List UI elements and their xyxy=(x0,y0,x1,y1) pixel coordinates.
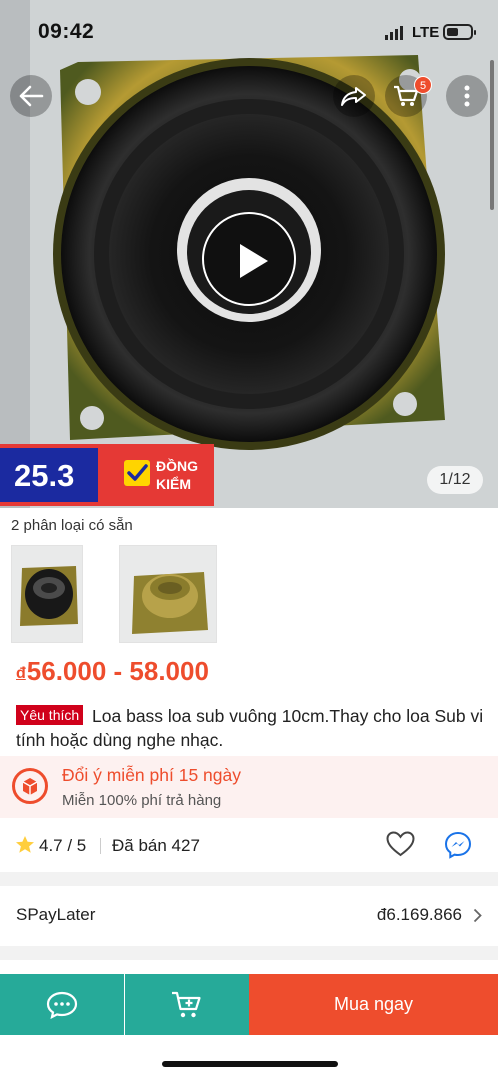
favorite-shop-badge: Yêu thích xyxy=(16,705,84,725)
promo-date-text: 25.3 xyxy=(14,458,75,493)
add-to-cart-button[interactable] xyxy=(125,974,249,1035)
checkmark-icon xyxy=(124,460,150,486)
spaylater-value: đ6.169.866 xyxy=(376,905,462,924)
returns-subtitle: Miễn 100% phí trả hàng xyxy=(62,792,222,809)
product-media[interactable]: 09:42 LTE 5 25.3 ĐỒNG KIỂM 1/12 xyxy=(0,0,498,508)
return-box-icon xyxy=(12,768,48,804)
chat-button[interactable] xyxy=(0,974,124,1035)
home-indicator[interactable] xyxy=(162,1061,338,1067)
section-gap xyxy=(0,872,498,886)
inspection-line-2: KIỂM xyxy=(156,476,191,492)
network-label: LTE xyxy=(412,24,440,41)
divider xyxy=(100,838,101,854)
image-pager: 1/12 xyxy=(427,466,483,494)
play-video-button[interactable] xyxy=(202,212,296,306)
add-cart-icon xyxy=(172,991,201,1018)
product-title: Yêu thích Loa bass loa sub vuông 10cm.Th… xyxy=(16,704,486,752)
variants-label: 2 phân loại có sẵn xyxy=(11,517,133,534)
variant-thumbnail-1[interactable] xyxy=(11,545,83,643)
more-options-button[interactable] xyxy=(446,75,488,117)
currency-symbol: đ xyxy=(16,665,26,682)
back-button[interactable] xyxy=(10,75,52,117)
variant-image xyxy=(120,546,216,642)
product-title-text: Loa bass loa sub vuông 10cm.Thay cho loa… xyxy=(16,706,484,750)
status-time: 09:42 xyxy=(38,20,95,43)
chevron-right-icon xyxy=(473,908,482,923)
signal-icon xyxy=(385,26,403,40)
scroll-indicator xyxy=(490,60,494,210)
battery-icon xyxy=(443,24,476,40)
promo-date-badge: 25.3 xyxy=(0,444,102,506)
buy-now-button[interactable]: Mua ngay xyxy=(249,974,498,1035)
rating-value: 4.7 / 5 xyxy=(39,836,87,855)
rating-row: 4.7 / 5 Đã bán 427 xyxy=(0,818,498,872)
chat-icon xyxy=(46,991,78,1019)
inspection-line-1: ĐỒNG xyxy=(156,458,198,474)
section-gap xyxy=(0,946,498,960)
messenger-share-icon[interactable] xyxy=(443,830,473,860)
inspection-badge: ĐỒNG KIỂM xyxy=(102,444,214,506)
spaylater-row[interactable]: SPayLater đ6.169.866 xyxy=(0,886,498,946)
free-returns-banner[interactable]: Đổi ý miễn phí 15 ngày Miễn 100% phí trả… xyxy=(0,756,498,818)
play-icon xyxy=(240,244,268,278)
cart-count-badge: 5 xyxy=(414,76,432,94)
bottom-action-bar: Mua ngay xyxy=(0,974,498,1035)
share-button[interactable] xyxy=(333,75,375,117)
sold-count: Đã bán 427 xyxy=(112,836,200,855)
back-arrow-icon xyxy=(19,85,44,107)
share-icon xyxy=(341,87,366,106)
price-range: đ56.000 - 58.000 xyxy=(16,656,209,687)
spaylater-label: SPayLater xyxy=(16,905,96,924)
variant-thumbnail-2[interactable] xyxy=(119,545,217,643)
heart-icon[interactable] xyxy=(386,831,415,857)
status-bar: 09:42 LTE xyxy=(0,0,498,62)
price-value: 56.000 - 58.000 xyxy=(26,656,209,686)
variant-image xyxy=(12,546,82,642)
returns-title: Đổi ý miễn phí 15 ngày xyxy=(62,765,241,785)
star-icon xyxy=(16,836,34,853)
more-vertical-icon xyxy=(464,85,470,107)
